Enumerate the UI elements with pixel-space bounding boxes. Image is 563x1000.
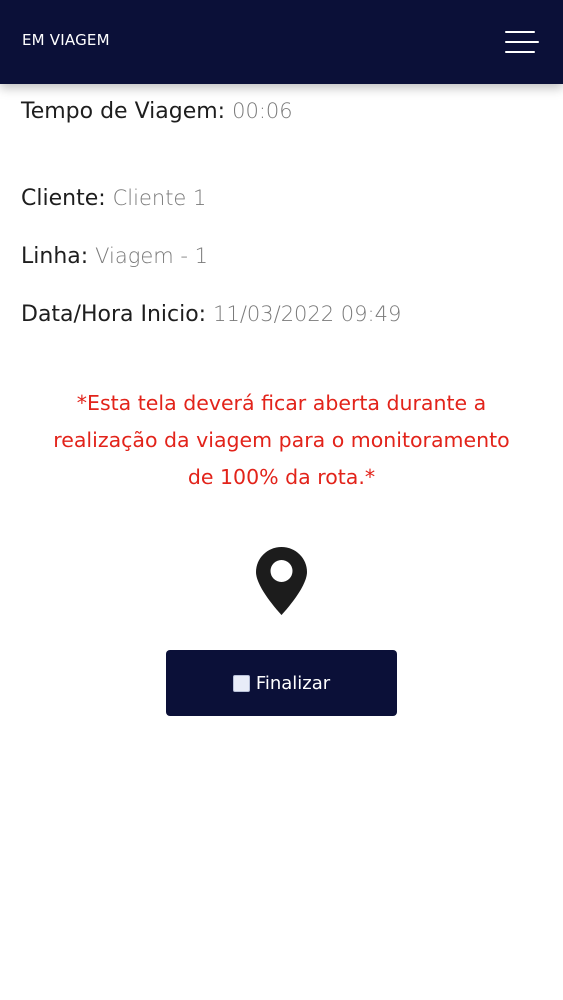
menu-bar-bottom <box>505 51 535 53</box>
finish-button[interactable]: Finalizar <box>166 650 397 716</box>
map-pin-icon <box>256 547 307 615</box>
warning-line-1: *Esta tela deverá ficar aberta durante a <box>76 391 487 415</box>
app-header: EM VIAGEM <box>0 0 563 84</box>
warning-line-3: de 100% da rota.* <box>187 465 376 489</box>
client-value: Cliente 1 <box>112 186 207 210</box>
trip-time-label: Tempo de Viagem: <box>21 99 226 124</box>
menu-bar-middle <box>505 41 539 43</box>
page-title: EM VIAGEM <box>22 31 110 49</box>
trip-time-value: 00:06 <box>232 99 293 123</box>
monitoring-warning: *Esta tela deverá ficar aberta durante a… <box>0 385 563 496</box>
client-row: Cliente: Cliente 1 <box>21 186 206 211</box>
line-label: Linha: <box>21 244 89 269</box>
start-datetime-value: 11/03/2022 09:49 <box>213 302 402 326</box>
trip-time-row: Tempo de Viagem: 00:06 <box>21 99 293 124</box>
line-row: Linha: Viagem - 1 <box>21 244 208 269</box>
start-datetime-label: Data/Hora Inicio: <box>21 302 207 327</box>
hamburger-menu-icon[interactable] <box>505 26 539 58</box>
line-value: Viagem - 1 <box>95 244 209 268</box>
finish-button-label: Finalizar <box>255 672 331 694</box>
warning-line-2: realização da viagem para o monitorament… <box>53 428 510 452</box>
menu-bar-top <box>505 31 535 33</box>
client-label: Cliente: <box>21 186 106 211</box>
start-datetime-row: Data/Hora Inicio: 11/03/2022 09:49 <box>21 302 401 327</box>
stop-square-icon <box>232 674 250 692</box>
